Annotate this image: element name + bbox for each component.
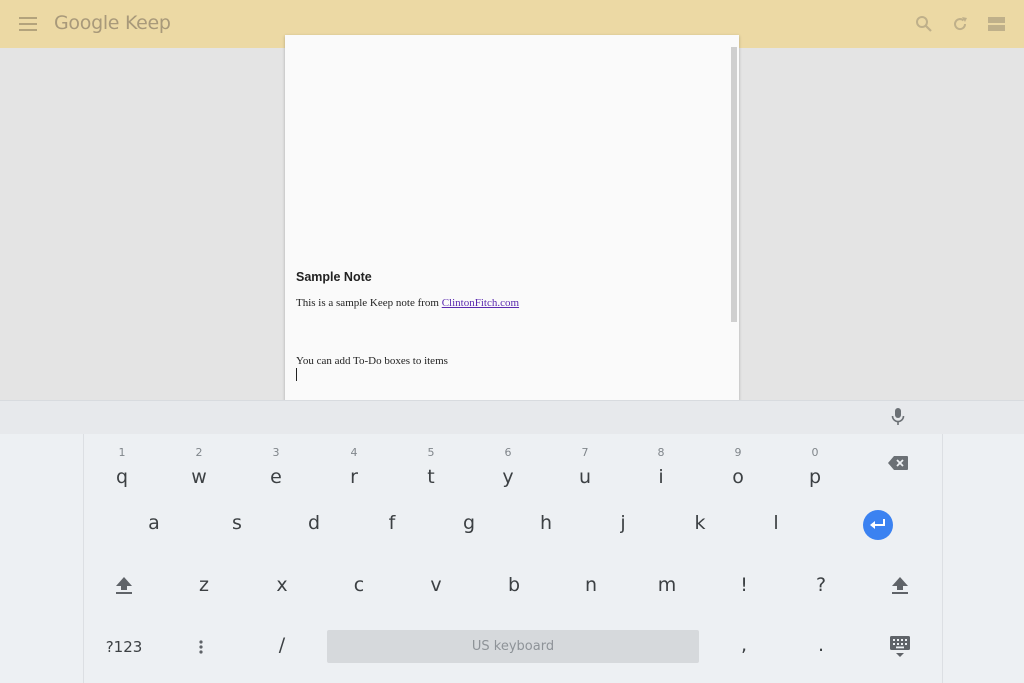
note-title[interactable]: Sample Note [296, 270, 372, 284]
shift-key-left[interactable] [94, 562, 154, 610]
key-t[interactable]: 5t [401, 438, 461, 488]
note-body-line-2[interactable]: You can add To-Do boxes to items [296, 355, 448, 367]
key-m[interactable]: m [637, 562, 697, 610]
on-screen-keyboard: 1q 2w 3e 4r 5t 6y 7u 8i 9o 0p a s d f g … [0, 434, 1024, 683]
search-icon[interactable] [914, 14, 934, 34]
app-title: Google Keep [54, 12, 171, 34]
key-comma[interactable]: , [714, 624, 774, 672]
key-q[interactable]: 1q [92, 438, 152, 488]
key-b[interactable]: b [484, 562, 544, 610]
backspace-key[interactable] [868, 444, 928, 492]
key-z[interactable]: z [174, 562, 234, 610]
enter-icon [870, 519, 885, 529]
note-scrollbar[interactable] [731, 47, 737, 322]
key-period[interactable]: . [791, 624, 851, 672]
key-r[interactable]: 4r [324, 438, 384, 488]
key-j[interactable]: j [593, 500, 653, 548]
menu-icon[interactable] [19, 17, 37, 31]
list-view-icon[interactable] [987, 14, 1007, 34]
more-vert-icon [199, 640, 203, 654]
key-n[interactable]: n [561, 562, 621, 610]
key-h[interactable]: h [516, 500, 576, 548]
shift-key-right[interactable] [870, 562, 930, 610]
key-e[interactable]: 3e [246, 438, 306, 488]
key-d[interactable]: d [284, 500, 344, 548]
text-cursor [296, 368, 297, 381]
keyboard-left-margin [0, 434, 84, 683]
space-bar[interactable]: US keyboard [327, 630, 699, 663]
note-editor[interactable]: Sample Note This is a sample Keep note f… [285, 35, 739, 401]
key-o[interactable]: 9o [708, 438, 768, 488]
key-slash[interactable]: / [252, 624, 312, 672]
shift-icon [116, 577, 132, 594]
key-w[interactable]: 2w [169, 438, 229, 488]
key-f[interactable]: f [362, 500, 422, 548]
refresh-icon[interactable] [950, 14, 970, 34]
key-l[interactable]: l [746, 500, 806, 548]
key-c[interactable]: c [329, 562, 389, 610]
keyboard-hide-icon [890, 636, 910, 657]
note-link[interactable]: ClintonFitch.com [442, 297, 519, 309]
key-g[interactable]: g [439, 500, 499, 548]
key-k[interactable]: k [670, 500, 730, 548]
shift-icon [892, 577, 908, 594]
backspace-icon [888, 456, 908, 470]
key-exclamation[interactable]: ! [714, 562, 774, 610]
key-s[interactable]: s [207, 500, 267, 548]
key-question[interactable]: ? [791, 562, 851, 610]
key-v[interactable]: v [406, 562, 466, 610]
key-a[interactable]: a [124, 500, 184, 548]
key-x[interactable]: x [252, 562, 312, 610]
hide-keyboard-key[interactable] [870, 624, 930, 672]
key-i[interactable]: 8i [631, 438, 691, 488]
keyboard-right-margin [942, 434, 1024, 683]
note-text: This is a sample Keep note from [296, 297, 442, 309]
key-u[interactable]: 7u [555, 438, 615, 488]
key-y[interactable]: 6y [478, 438, 538, 488]
enter-key[interactable] [863, 510, 893, 540]
more-options-key[interactable] [171, 624, 231, 672]
symbols-key[interactable]: ?123 [94, 624, 154, 672]
mic-icon[interactable] [890, 407, 906, 427]
note-body-line-1[interactable]: This is a sample Keep note from ClintonF… [296, 297, 519, 309]
key-p[interactable]: 0p [785, 438, 845, 488]
keyboard-suggestion-strip [0, 400, 1024, 434]
